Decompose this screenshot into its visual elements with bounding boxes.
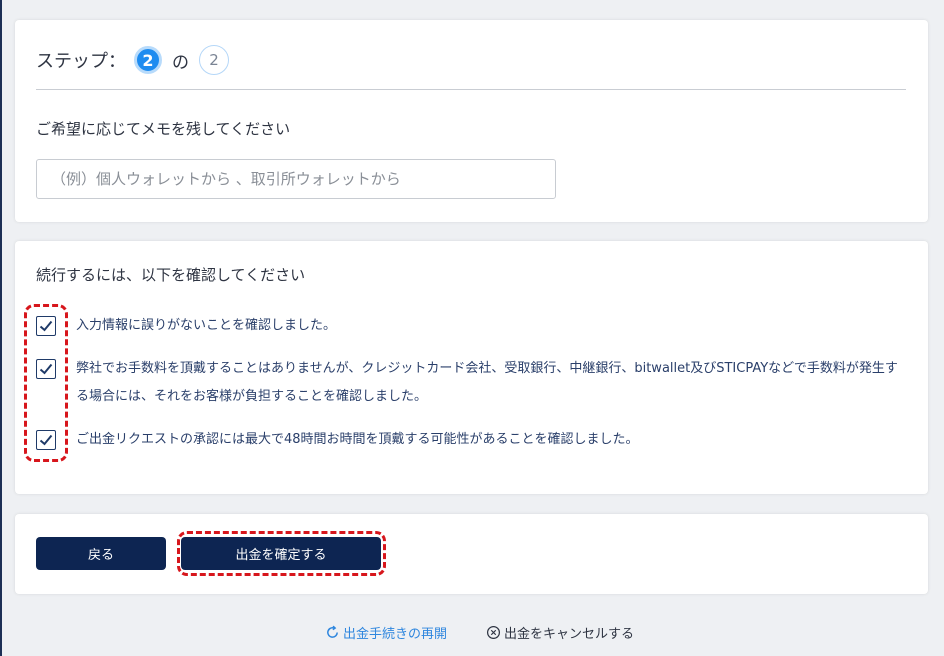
resume-withdrawal-label: 出金手続きの再開 — [343, 627, 448, 642]
step-total-badge: 2 — [199, 45, 229, 75]
confirmation-card: 続行するには、以下を確認してください 入力情報に誤りがないことを確認しました。 … — [15, 241, 928, 494]
confirm-text-fees: 弊社でお手数料を頂戴することはありませんが、クレジットカード会社、受取銀行、中継… — [76, 361, 898, 404]
checkmark-icon — [39, 363, 53, 375]
resume-withdrawal-link[interactable]: 出金手続きの再開 — [325, 623, 447, 642]
memo-input[interactable] — [36, 159, 556, 199]
confirm-item-fees: 弊社でお手数料を頂戴することはありませんが、クレジットカード会社、受取銀行、中継… — [36, 359, 906, 411]
memo-card: ステップ： 2 の 2 ご希望に応じてメモを残してください — [15, 20, 928, 222]
cancel-withdrawal-label: 出金をキャンセルする — [504, 627, 635, 642]
memo-label: ご希望に応じてメモを残してください — [36, 120, 291, 138]
step-current-badge: 2 — [134, 46, 162, 74]
checkbox-input-correct[interactable] — [36, 316, 56, 336]
confirm-item-approval-time: ご出金リクエストの承認には最大で48時間お時間を頂戴する可能性があることを確認し… — [36, 430, 906, 454]
confirm-text-approval-time: ご出金リクエストの承認には最大で48時間お時間を頂戴する可能性があることを確認し… — [76, 432, 639, 447]
confirmation-title: 続行するには、以下を確認してください — [36, 266, 306, 284]
checkbox-fees[interactable] — [36, 359, 56, 379]
checkmark-icon — [39, 320, 53, 332]
checkbox-approval-time[interactable] — [36, 430, 56, 450]
checkmark-icon — [39, 434, 53, 446]
refresh-icon — [325, 625, 340, 640]
close-circle-icon — [486, 625, 501, 640]
step-divider — [36, 89, 906, 90]
left-edge-rule — [0, 0, 2, 656]
step-of-text: の — [172, 52, 189, 73]
confirm-item-input-correct: 入力情報に誤りがないことを確認しました。 — [36, 316, 906, 340]
step-label: ステップ： — [36, 51, 126, 72]
confirm-withdrawal-button[interactable]: 出金を確定する — [181, 537, 381, 570]
cancel-withdrawal-link[interactable]: 出金をキャンセルする — [486, 623, 634, 642]
back-button[interactable]: 戻る — [36, 537, 166, 570]
step-indicator: ステップ： 2 の 2 — [36, 45, 229, 75]
confirm-text-input-correct: 入力情報に誤りがないことを確認しました。 — [76, 318, 337, 333]
actions-card: 戻る 出金を確定する — [15, 514, 928, 594]
footer-links: 出金手続きの再開 出金をキャンセルする — [0, 623, 944, 643]
